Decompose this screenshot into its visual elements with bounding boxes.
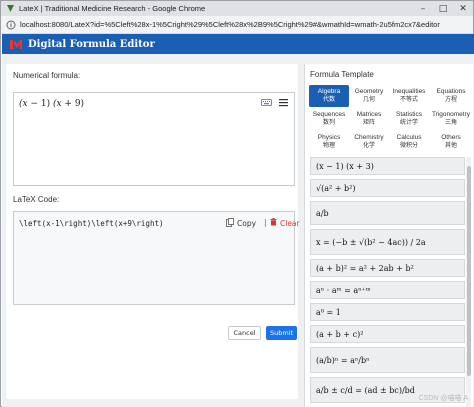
numerical-formula-label: Numerical formula:	[13, 71, 81, 80]
template-item[interactable]: (x − 1) (x + 3)	[310, 157, 465, 175]
title-bar: LateX | Traditional Medicine Research - …	[1, 1, 473, 16]
tab-physics[interactable]: Physics 物理	[309, 131, 349, 153]
latex-code-field[interactable]: \left(x-1\right)\left(x+9\right) Copy | …	[13, 211, 300, 305]
copy-button[interactable]: Copy	[226, 218, 256, 229]
template-item[interactable]: aⁿ · aᵐ = aⁿ⁺ᵐ	[310, 281, 465, 299]
tab-trigonometry[interactable]: Trigonometry 三角	[431, 108, 471, 130]
formula-input[interactable]: (x − 1) (x + 9)	[13, 92, 295, 186]
clear-label: Clear	[280, 218, 300, 228]
app-logo-icon	[9, 38, 23, 50]
latex-code-label: LaTeX Code:	[13, 195, 60, 204]
copy-label: Copy	[237, 219, 257, 228]
site-info-icon[interactable]	[5, 19, 17, 31]
tab-chemistry[interactable]: Chemistry 化学	[349, 131, 389, 153]
template-panel: Formula Template Algebra 代数 Geometry 几何 In…	[304, 64, 473, 407]
template-item[interactable]: (a + b + c)²	[310, 325, 465, 343]
copy-icon	[226, 218, 234, 229]
template-item[interactable]: x = (−b ± √(b² − 4ac)) / 2a	[310, 229, 465, 255]
template-item[interactable]: (a + b)² = a² + 2ab + b²	[310, 259, 465, 277]
tab-geometry[interactable]: Geometry 几何	[349, 85, 389, 107]
template-item[interactable]: a/b	[310, 201, 465, 225]
app-title: Digital Formula Editor	[28, 38, 155, 50]
window-title: LateX | Traditional Medicine Research - …	[19, 4, 206, 13]
submit-button[interactable]: Submit	[266, 326, 297, 340]
url-field[interactable]: localhost:8080/LateX?id=%5Cleft%28x-1%5C…	[20, 20, 440, 29]
minimize-icon[interactable]: –	[413, 1, 433, 16]
keyboard-icon[interactable]	[261, 99, 272, 108]
template-panel-title: Formula Template	[310, 70, 374, 79]
template-item[interactable]: √(a² + b²)	[310, 179, 465, 197]
main-content: Numerical formula: (x − 1) (x + 9) LaTeX…	[2, 54, 474, 407]
tab-statistics[interactable]: Statistics 统计学	[389, 108, 429, 130]
trash-icon	[270, 218, 277, 228]
watermark: CSDN @喵喵 A	[418, 395, 469, 402]
cancel-button[interactable]: Cancel	[228, 326, 261, 340]
tab-sequences[interactable]: Sequences 数列	[309, 108, 349, 130]
close-icon[interactable]: ✕	[453, 1, 473, 16]
tab-inequalities[interactable]: Inequalities 不等式	[389, 85, 429, 107]
tab-matrices[interactable]: Matrices 矩阵	[349, 108, 389, 130]
separator: |	[264, 218, 267, 227]
formula-display: (x − 1) (x + 9)	[19, 99, 85, 109]
clear-button[interactable]: Clear	[270, 218, 300, 228]
menu-icon[interactable]	[279, 98, 288, 109]
address-bar: localhost:8080/LateX?id=%5Cleft%28x-1%5C…	[1, 16, 473, 34]
tab-others[interactable]: Others 其他	[431, 131, 471, 153]
template-scrollbar-thumb[interactable]	[467, 166, 471, 376]
browser-window: LateX | Traditional Medicine Research - …	[0, 0, 474, 407]
app-header: Digital Formula Editor	[2, 34, 474, 54]
tab-calculus[interactable]: Calculus 微积分	[389, 131, 429, 153]
tab-equations[interactable]: Equations 方程	[431, 85, 471, 107]
latex-code-text: \left(x-1\right)\left(x+9\right)	[19, 219, 164, 228]
tab-algebra[interactable]: Algebra 代数	[309, 85, 349, 107]
window-controls: – □ ✕	[413, 1, 473, 16]
maximize-icon[interactable]: □	[433, 1, 453, 16]
template-item[interactable]: (a/b)ⁿ = aⁿ/bⁿ	[310, 347, 465, 373]
template-item[interactable]: a⁰ = 1	[310, 303, 465, 321]
editor-panel: Numerical formula: (x − 1) (x + 9) LaTeX…	[6, 64, 300, 399]
favicon-icon	[5, 4, 15, 14]
